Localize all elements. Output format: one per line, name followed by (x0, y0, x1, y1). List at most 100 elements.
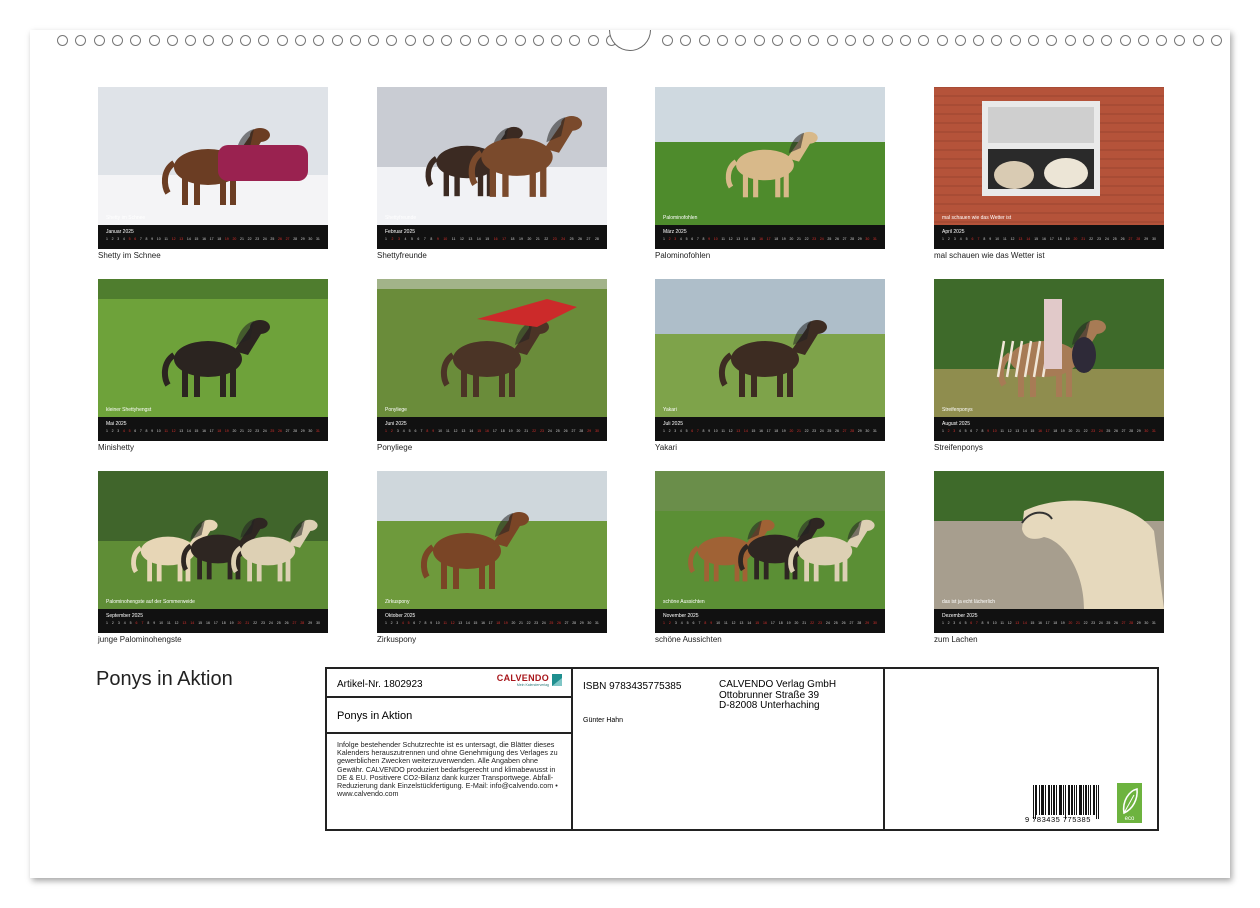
day-number: 24 (819, 429, 824, 433)
day-number: 18 (1057, 237, 1062, 241)
day-number: 26 (1114, 429, 1118, 433)
day-number: 29 (308, 621, 313, 625)
photo-inner-caption: Yakari (663, 407, 677, 413)
day-number: 17 (209, 237, 214, 241)
day-number: 14 (743, 429, 748, 433)
day-number: 17 (766, 429, 771, 433)
calendar-strip: September 2025 1 2 3 4 5 6 7 8 9 10 11 12 13 14 15 16 17 1… (98, 609, 328, 633)
calendar-strip: Juni 2025 1 2 3 4 5 6 7 8 9 10 11 12 13 14 15 16 17 18 19 20… (377, 417, 607, 441)
day-number: 19 (519, 237, 523, 241)
month-caption: Shetty im Schnee (98, 251, 161, 260)
day-number: 2 (947, 237, 950, 241)
day-number: 3 (674, 621, 677, 625)
day-number: 15 (198, 621, 203, 625)
day-number: 11 (164, 429, 168, 433)
binding-ring (662, 35, 673, 46)
binding-ring (1082, 35, 1094, 46)
day-number: 27 (1121, 621, 1126, 625)
month-name: Oktober 2025 (385, 613, 416, 619)
day-number: 4 (958, 429, 961, 433)
day-number: 2 (111, 237, 114, 241)
barcode-number: 9 783435 775385 (1025, 815, 1091, 824)
day-number: 25 (827, 429, 832, 433)
day-number: 21 (797, 237, 801, 241)
day-number: 3 (396, 429, 399, 433)
day-number: 6 (691, 237, 694, 241)
day-number: 6 (134, 429, 137, 433)
binding-ring (716, 35, 728, 46)
day-number: 8 (704, 621, 707, 625)
day-number: 6 (414, 429, 417, 433)
day-number: 4 (122, 237, 125, 241)
day-number: 21 (240, 429, 244, 433)
day-row: 1 2 3 4 5 6 7 8 9 10 11 12 13 14 15 16 17 18 19 20 21 22 23 24 2… (663, 429, 877, 435)
day-number: 8 (983, 237, 986, 241)
day-number: 2 (390, 621, 393, 625)
day-number: 31 (872, 429, 877, 433)
binding-ring (973, 35, 985, 46)
day-number: 13 (458, 621, 463, 625)
day-number: 26 (841, 621, 846, 625)
day-number: 18 (221, 621, 226, 625)
day-number: 21 (535, 237, 540, 241)
binding-ring (954, 35, 966, 46)
day-number: 2 (111, 429, 114, 433)
calendar-strip: März 2025 1 2 3 4 5 6 7 8 9 10 11 12 13 14 15 16 17 18 19 20… (655, 225, 885, 249)
eco-label: eco (1125, 816, 1135, 822)
day-number: 4 (958, 621, 961, 625)
month-page: Shetty im Schnee Januar 2025 1 2 3 4 5 6 7 8 9 10 11… (98, 87, 328, 267)
month-photo (934, 471, 1164, 609)
photo-inner-caption: Shettyfreunde (385, 215, 417, 221)
day-row: 1 2 3 4 5 6 7 8 9 10 11 12 13 14 15 16 17 18 19 20 21 22 23 24 2… (663, 621, 877, 627)
day-number: 11 (446, 429, 450, 433)
month-name: August 2025 (942, 421, 971, 427)
day-number: 16 (485, 429, 489, 433)
month-page: schöne Aussichten November 2025 1 2 3 4 5 6 7 8 9 1… (655, 471, 885, 651)
day-number: 3 (953, 429, 956, 433)
day-number: 10 (156, 237, 161, 241)
day-number: 13 (736, 237, 741, 241)
day-number: 10 (156, 429, 161, 433)
day-number: 2 (111, 621, 114, 625)
day-number: 6 (417, 237, 420, 241)
day-number: 1 (942, 237, 944, 241)
day-number: 2 (391, 237, 394, 241)
day-number: 5 (407, 621, 410, 625)
eco-leaf-icon: eco (1117, 783, 1142, 823)
day-number: 28 (293, 429, 298, 433)
binding-ring (423, 35, 434, 46)
day-number: 6 (971, 237, 974, 241)
day-number: 6 (413, 621, 416, 625)
binding-ring (276, 35, 288, 46)
day-number: 21 (524, 429, 529, 433)
binding-ring (1009, 35, 1021, 46)
day-number: 5 (965, 237, 968, 241)
binding-ring (313, 35, 325, 46)
binding-ring (368, 35, 380, 46)
month-caption: Zirkuspony (377, 635, 417, 644)
day-number: 27 (571, 429, 576, 433)
day-number: 16 (202, 237, 206, 241)
day-number: 13 (182, 621, 187, 625)
day-number: 7 (698, 621, 701, 625)
binding-ring (130, 35, 142, 46)
day-number: 29 (587, 429, 592, 433)
day-number: 16 (206, 621, 210, 625)
day-number: 7 (141, 621, 144, 625)
month-caption: mal schauen wie das Wetter ist (934, 251, 1045, 260)
month-photo (655, 279, 885, 417)
day-number: 16 (202, 429, 206, 433)
day-number: 24 (819, 237, 824, 241)
day-number: 17 (492, 429, 497, 433)
day-number: 30 (1144, 429, 1149, 433)
day-number: 19 (1060, 429, 1065, 433)
month-page: Zirkuspony Oktober 2025 1 2 3 4 5 6 7 8 9 10 11 12 13 1… (377, 471, 607, 651)
day-number: 21 (240, 237, 244, 241)
binding-ring (221, 35, 233, 46)
day-number: 12 (459, 237, 464, 241)
day-number: 27 (564, 621, 569, 625)
day-number: 25 (833, 621, 838, 625)
day-number: 3 (396, 621, 399, 625)
day-number: 5 (410, 237, 413, 241)
day-number: 29 (857, 237, 862, 241)
